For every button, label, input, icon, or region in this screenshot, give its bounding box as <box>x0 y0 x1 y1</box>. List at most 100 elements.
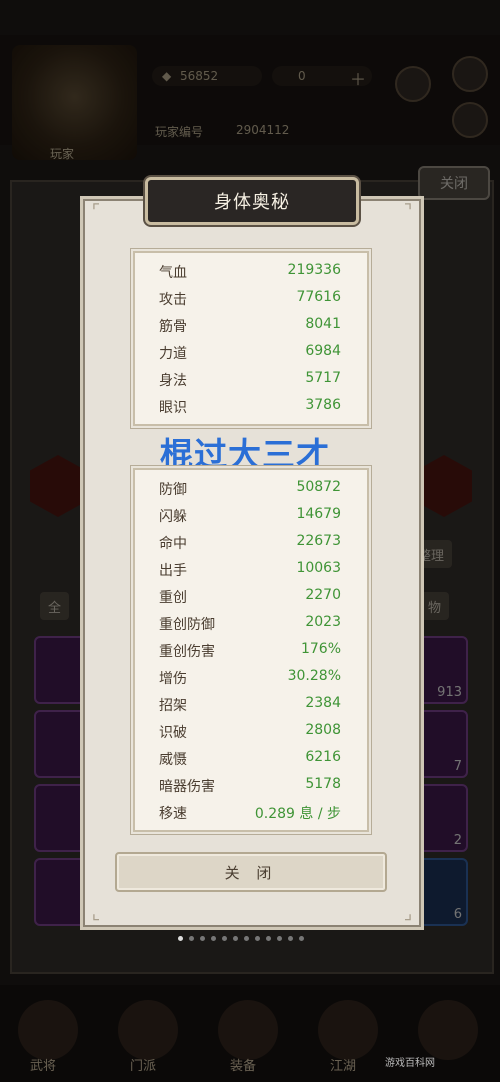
stat-row: 身法 5717 <box>135 366 367 393</box>
stat-row: 命中 22673 <box>135 529 367 556</box>
page-dot <box>200 936 205 941</box>
stat-value: 8041 <box>305 316 341 332</box>
stat-name: 识破 <box>159 725 187 741</box>
stat-row: 力道 6984 <box>135 339 367 366</box>
page-dot <box>233 936 238 941</box>
add-currency-icon[interactable]: ＋ <box>350 66 366 90</box>
secondary-stats-panel: 防御 50872 闪躲 14679 命中 22673 出手 10063 重创 2… <box>133 468 369 832</box>
stat-name: 筋骨 <box>159 319 187 335</box>
stat-row: 出手 10063 <box>135 556 367 583</box>
stat-name: 命中 <box>159 536 187 552</box>
currency2-value: 0 <box>298 69 306 83</box>
nav-jianghu-button[interactable] <box>318 1000 378 1060</box>
stat-row: 识破 2808 <box>135 718 367 745</box>
stat-name: 重创防御 <box>159 617 215 633</box>
stat-value: 22673 <box>296 533 341 549</box>
stat-value: 77616 <box>296 289 341 305</box>
item-count: 2 <box>453 833 462 848</box>
background-close-button[interactable]: 关闭 <box>418 166 490 200</box>
stat-row: 重创伤害 176% <box>135 637 367 664</box>
stat-value: 5717 <box>305 370 341 386</box>
corner-ornament: ⌞ <box>91 903 101 924</box>
item-count: 6 <box>453 907 462 922</box>
nav-menpai-button[interactable] <box>118 1000 178 1060</box>
nav-zhuangbei-button[interactable] <box>218 1000 278 1060</box>
tab-item[interactable]: 物 <box>420 592 450 620</box>
stat-name: 重创 <box>159 590 187 606</box>
stat-name: 暗器伤害 <box>159 779 215 795</box>
item-count: 7 <box>453 759 462 774</box>
stat-row: 筋骨 8041 <box>135 312 367 339</box>
page-indicator <box>178 926 310 945</box>
page-dot <box>244 936 249 941</box>
stat-name: 气血 <box>159 265 187 281</box>
stat-name: 眼识 <box>159 400 187 416</box>
stat-name: 力道 <box>159 346 187 362</box>
mail-icon[interactable] <box>452 102 488 138</box>
page-dot <box>266 936 271 941</box>
stat-name: 攻击 <box>159 292 187 308</box>
page-dot <box>299 936 304 941</box>
stat-value: 50872 <box>296 479 341 495</box>
corner-ornament: ⌜ <box>91 201 101 222</box>
player-avatar[interactable] <box>12 45 137 160</box>
page-dot <box>189 936 194 941</box>
stat-row: 暗器伤害 5178 <box>135 772 367 799</box>
corner-ornament: ⌝ <box>403 201 413 222</box>
stat-value: 5178 <box>305 776 341 792</box>
stat-row: 气血 219336 <box>135 258 367 285</box>
item-count: 913 <box>437 685 462 700</box>
stat-value: 10063 <box>296 560 341 576</box>
primary-stats-panel: 气血 219336 攻击 77616 筋骨 8041 力道 6984 身法 57… <box>133 251 369 426</box>
page-dot <box>178 936 183 941</box>
corner-ornament: ⌟ <box>403 903 413 924</box>
nav-label: 门派 <box>130 1059 157 1074</box>
stat-value: 30.28% <box>287 668 341 684</box>
stat-value: 6216 <box>305 749 341 765</box>
stat-row: 威慑 6216 <box>135 745 367 772</box>
stat-value: 176% <box>300 641 341 657</box>
stat-row: 移速 0.289 息 / 步 <box>135 799 367 826</box>
stat-name: 闪躲 <box>159 509 187 525</box>
page-dot <box>255 936 260 941</box>
page-dot <box>222 936 227 941</box>
page-dot <box>288 936 293 941</box>
stat-name: 增伤 <box>159 671 187 687</box>
stat-row: 招架 2384 <box>135 691 367 718</box>
stat-row: 眼识 3786 <box>135 393 367 420</box>
stat-value: 2023 <box>305 614 341 630</box>
close-button[interactable]: 关 闭 <box>115 852 387 892</box>
nav-label: 装备 <box>230 1059 257 1074</box>
tab-all[interactable]: 全 <box>40 592 70 620</box>
stat-name: 重创伤害 <box>159 644 215 660</box>
yinyang-icon[interactable] <box>395 66 431 102</box>
stat-value: 2808 <box>305 722 341 738</box>
nav-label: 武将 <box>30 1059 57 1074</box>
stat-row: 防御 50872 <box>135 475 367 502</box>
stat-name: 移速 <box>159 806 187 822</box>
currency-icon: ◆ <box>162 69 172 83</box>
page-dot <box>211 936 216 941</box>
stat-name: 身法 <box>159 373 187 389</box>
stat-value: 219336 <box>287 262 341 278</box>
stat-value: 6984 <box>305 343 341 359</box>
stat-name: 出手 <box>159 563 187 579</box>
nav-wujiang-button[interactable] <box>18 1000 78 1060</box>
gear-icon[interactable] <box>452 56 488 92</box>
player-id-label: 玩家编号 <box>155 125 204 139</box>
watermark: 游戏百科网 <box>385 1058 435 1069</box>
stat-value: 0.289 息 / 步 <box>254 806 341 822</box>
nav-shangcheng-button[interactable] <box>418 1000 478 1060</box>
stat-value: 2270 <box>305 587 341 603</box>
stat-name: 防御 <box>159 482 187 498</box>
stat-name: 招架 <box>159 698 187 714</box>
stat-row: 重创防御 2023 <box>135 610 367 637</box>
stat-value: 2384 <box>305 695 341 711</box>
stat-value: 3786 <box>305 397 341 413</box>
player-name: 玩家 <box>50 147 75 161</box>
player-id-value: 2904112 <box>236 123 290 137</box>
stat-row: 攻击 77616 <box>135 285 367 312</box>
stat-value: 14679 <box>296 506 341 522</box>
page-dot <box>277 936 282 941</box>
stat-row: 增伤 30.28% <box>135 664 367 691</box>
